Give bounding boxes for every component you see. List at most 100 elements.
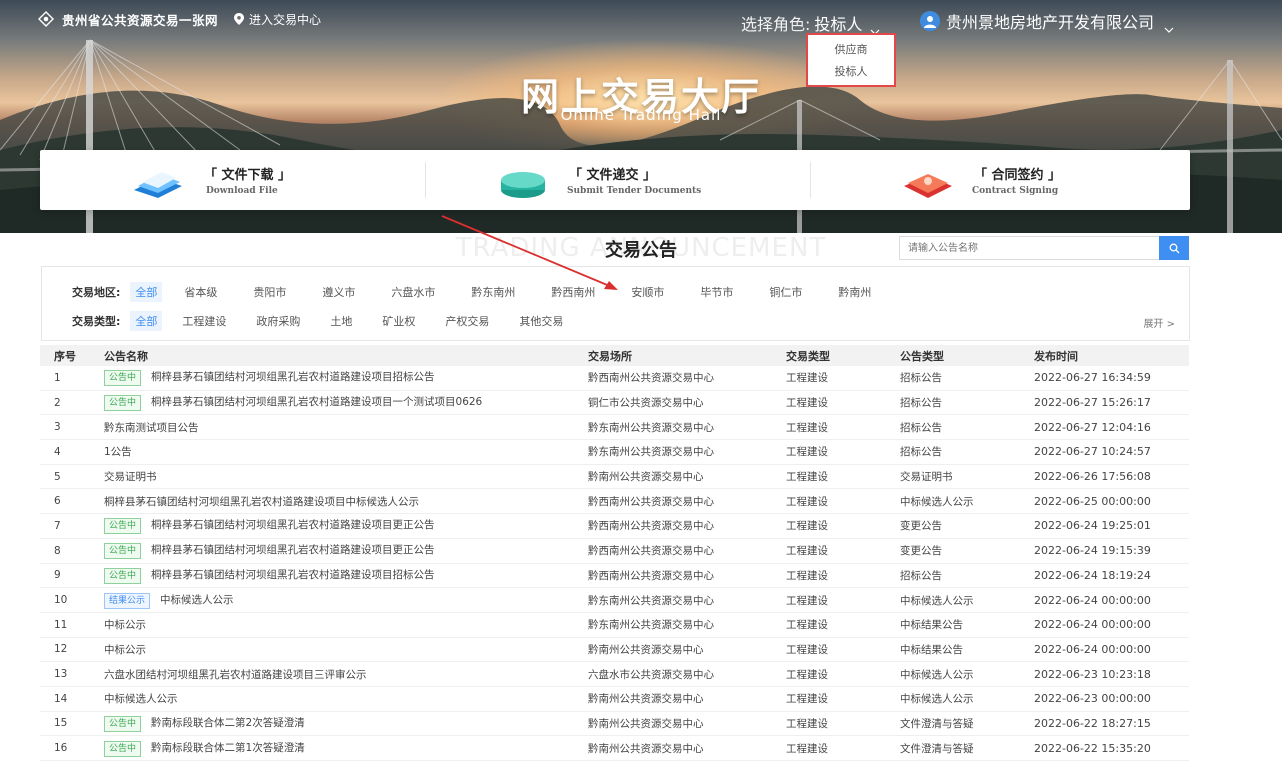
table-row[interactable]: 7 公告中 桐梓县茅石镇团结村河坝组黑孔岩农村道路建设项目更正公告 黔西南州公共资源交…: [40, 513, 1189, 539]
announcement-name-cell: 六盘水团结村河坝组黑孔岩农村道路建设项目三评审公示: [104, 661, 588, 687]
announcement-table: 序号 公告名称 交易场所 交易类型 公告类型 发布时间 1 公告中 桐梓县茅石镇团结…: [40, 345, 1189, 761]
table-row[interactable]: 13 六盘水团结村河坝组黑孔岩农村道路建设项目三评审公示 六盘水市公共资源交易中心工…: [40, 661, 1189, 687]
publish-time-cell: 2022-06-23 10:23:18: [1034, 661, 1189, 687]
announcement-name-link[interactable]: 桐梓县茅石镇团结村河坝组黑孔岩农村道路建设项目更正公告: [151, 519, 435, 531]
type-option[interactable]: 产权交易: [445, 313, 489, 329]
venue-cell: 黔东南州公共资源交易中心: [588, 612, 786, 638]
divider: [425, 162, 426, 198]
download-file-entry[interactable]: 「 文件下载 」 Download File: [120, 150, 420, 210]
publish-time-cell: 2022-06-24 00:00:00: [1034, 587, 1189, 613]
announcement-name-link[interactable]: 黔东南测试项目公告: [104, 422, 199, 434]
region-option[interactable]: 全部: [130, 282, 163, 302]
col-header-announcement-type: 公告类型: [900, 345, 1034, 366]
filter-panel: 交易地区: 全部 省本级 贵阳市 遵义市 六盘水市 黔东南州 黔西南州 安顺市 …: [41, 266, 1190, 341]
announcement-name-link[interactable]: 1公告: [104, 446, 132, 458]
announcement-name-cell: 公告中 黔南标段联合体二第2次答疑澄清: [104, 711, 588, 737]
announcement-name-link[interactable]: 中标公示: [104, 644, 146, 656]
announcement-name-cell: 中标公示: [104, 612, 588, 638]
venue-cell: 黔南州公共资源交易中心: [588, 735, 786, 761]
role-option-supplier[interactable]: 供应商: [808, 39, 894, 61]
announcement-name-link[interactable]: 黔南标段联合体二第2次答疑澄清: [151, 717, 305, 729]
table-row[interactable]: 1 公告中 桐梓县茅石镇团结村河坝组黑孔岩农村道路建设项目招标公告 黔西南州公共资源交…: [40, 366, 1189, 391]
table-row[interactable]: 12 中标公示 黔南州公共资源交易中心 工程建设 中标结果公告 2022-06-24 00…: [40, 637, 1189, 663]
announcement-type-cell: 变更公告: [900, 538, 1034, 564]
type-option[interactable]: 政府采购: [256, 313, 300, 329]
trade-type-cell: 工程建设: [786, 439, 900, 465]
trade-type-cell: 工程建设: [786, 711, 900, 737]
role-option-bidder[interactable]: 投标人: [808, 61, 894, 83]
col-header-no: 序号: [40, 345, 104, 366]
announcement-name-link[interactable]: 中标候选人公示: [160, 594, 234, 606]
contract-signing-entry[interactable]: 「 合同签约 」 Contract Signing: [900, 150, 1180, 210]
type-option[interactable]: 矿业权: [382, 313, 415, 329]
table-row[interactable]: 3 黔东南测试项目公告 黔东南州公共资源交易中心 工程建设 招标公告 2022-06-27…: [40, 414, 1189, 441]
venue-cell: 黔南州公共资源交易中心: [588, 686, 786, 712]
venue-cell: 铜仁市公共资源交易中心: [588, 390, 786, 416]
table-row[interactable]: 10 结果公示 中标候选人公示 黔东南州公共资源交易中心 工程建设 中标候选人公示 2022…: [40, 587, 1189, 613]
status-badge: 公告中: [104, 543, 142, 560]
location-pin-icon: [234, 13, 245, 25]
region-option[interactable]: 遵义市: [322, 284, 355, 300]
trade-type-cell: 工程建设: [786, 390, 900, 416]
region-option[interactable]: 黔南州: [838, 284, 871, 300]
region-option[interactable]: 六盘水市: [391, 284, 435, 300]
region-option[interactable]: 毕节市: [700, 284, 733, 300]
row-number: 8: [40, 538, 104, 564]
announcement-type-cell: 招标公告: [900, 414, 1034, 441]
region-option[interactable]: 黔西南州: [551, 284, 595, 300]
site-title[interactable]: 贵州省公共资源交易一张网: [62, 10, 218, 29]
row-number: 14: [40, 686, 104, 712]
trade-type-cell: 工程建设: [786, 563, 900, 589]
announcement-name-link[interactable]: 桐梓县茅石镇团结村河坝组黑孔岩农村道路建设项目中标候选人公示: [104, 496, 419, 508]
type-option[interactable]: 工程建设: [182, 313, 226, 329]
announcement-search-input[interactable]: [899, 236, 1167, 260]
row-number: 15: [40, 711, 104, 737]
region-option[interactable]: 黔东南州: [471, 284, 515, 300]
type-option[interactable]: 其他交易: [519, 313, 563, 329]
submit-documents-title: 「 文件递交 」: [569, 168, 657, 183]
announcement-name-link[interactable]: 中标公示: [104, 619, 146, 631]
enter-trading-center-link[interactable]: 进入交易中心: [234, 11, 321, 28]
venue-cell: 黔东南州公共资源交易中心: [588, 587, 786, 613]
trade-type-cell: 工程建设: [786, 661, 900, 687]
status-badge: 公告中: [104, 395, 142, 412]
region-option[interactable]: 贵阳市: [253, 284, 286, 300]
venue-cell: 黔东南州公共资源交易中心: [588, 414, 786, 441]
status-badge: 公告中: [104, 715, 142, 732]
type-option[interactable]: 土地: [330, 313, 352, 329]
publish-time-cell: 2022-06-27 15:26:17: [1034, 390, 1189, 416]
table-row[interactable]: 2 公告中 桐梓县茅石镇团结村河坝组黑孔岩农村道路建设项目一个测试项目0626 铜仁市…: [40, 390, 1189, 416]
search-button[interactable]: [1159, 236, 1189, 260]
announcement-name-link[interactable]: 交易证明书: [104, 471, 157, 483]
table-row[interactable]: 14 中标候选人公示 黔南州公共资源交易中心 工程建设 中标候选人公示 2022-06-2…: [40, 686, 1189, 712]
col-header-venue: 交易场所: [588, 345, 786, 366]
announcement-type-cell: 中标候选人公示: [900, 686, 1034, 712]
table-row[interactable]: 8 公告中 桐梓县茅石镇团结村河坝组黑孔岩农村道路建设项目更正公告 黔西南州公共资源交…: [40, 538, 1189, 564]
table-row[interactable]: 5 交易证明书 黔南州公共资源交易中心 工程建设 交易证明书 2022-06-26 17:…: [40, 464, 1189, 490]
announcement-name-link[interactable]: 中标候选人公示: [104, 693, 178, 705]
trade-type-cell: 工程建设: [786, 612, 900, 638]
region-option[interactable]: 安顺市: [631, 284, 664, 300]
submit-documents-entry[interactable]: 「 文件递交 」 Submit Tender Documents: [495, 150, 815, 210]
table-row[interactable]: 16 公告中 黔南标段联合体二第1次答疑澄清 黔南州公共资源交易中心 工程建设 文件澄清与…: [40, 735, 1189, 761]
region-option[interactable]: 省本级: [184, 284, 217, 300]
region-option[interactable]: 铜仁市: [769, 284, 802, 300]
table-row[interactable]: 15 公告中 黔南标段联合体二第2次答疑澄清 黔南州公共资源交易中心 工程建设 文件澄清与…: [40, 711, 1189, 737]
announcement-name-link[interactable]: 桐梓县茅石镇团结村河坝组黑孔岩农村道路建设项目更正公告: [151, 544, 435, 556]
announcement-name-link[interactable]: 桐梓县茅石镇团结村河坝组黑孔岩农村道路建设项目一个测试项目0626: [151, 396, 482, 408]
announcement-name-cell: 交易证明书: [104, 464, 588, 490]
announcement-name-link[interactable]: 六盘水团结村河坝组黑孔岩农村道路建设项目三评审公示: [104, 669, 367, 681]
trade-type-cell: 工程建设: [786, 464, 900, 490]
table-row[interactable]: 6 桐梓县茅石镇团结村河坝组黑孔岩农村道路建设项目中标候选人公示 黔西南州公共资源交…: [40, 488, 1189, 515]
type-option[interactable]: 全部: [130, 311, 163, 331]
announcement-name-link[interactable]: 黔南标段联合体二第1次答疑澄清: [151, 742, 305, 754]
table-row[interactable]: 4 1公告 黔东南州公共资源交易中心 工程建设 招标公告 2022-06-27 10:24…: [40, 439, 1189, 465]
announcement-name-link[interactable]: 桐梓县茅石镇团结村河坝组黑孔岩农村道路建设项目招标公告: [151, 569, 435, 581]
search-icon: [1169, 243, 1179, 253]
publish-time-cell: 2022-06-22 15:35:20: [1034, 735, 1189, 761]
announcement-name-link[interactable]: 桐梓县茅石镇团结村河坝组黑孔岩农村道路建设项目招标公告: [151, 371, 435, 383]
table-row[interactable]: 11 中标公示 黔东南州公共资源交易中心 工程建设 中标结果公告 2022-06-24 0…: [40, 612, 1189, 638]
table-row[interactable]: 9 公告中 桐梓县茅石镇团结村河坝组黑孔岩农村道路建设项目招标公告 黔西南州公共资源交…: [40, 563, 1189, 589]
expand-filters-button[interactable]: 展开 >: [1143, 315, 1175, 330]
table-header-row: 序号 公告名称 交易场所 交易类型 公告类型 发布时间: [40, 345, 1189, 366]
